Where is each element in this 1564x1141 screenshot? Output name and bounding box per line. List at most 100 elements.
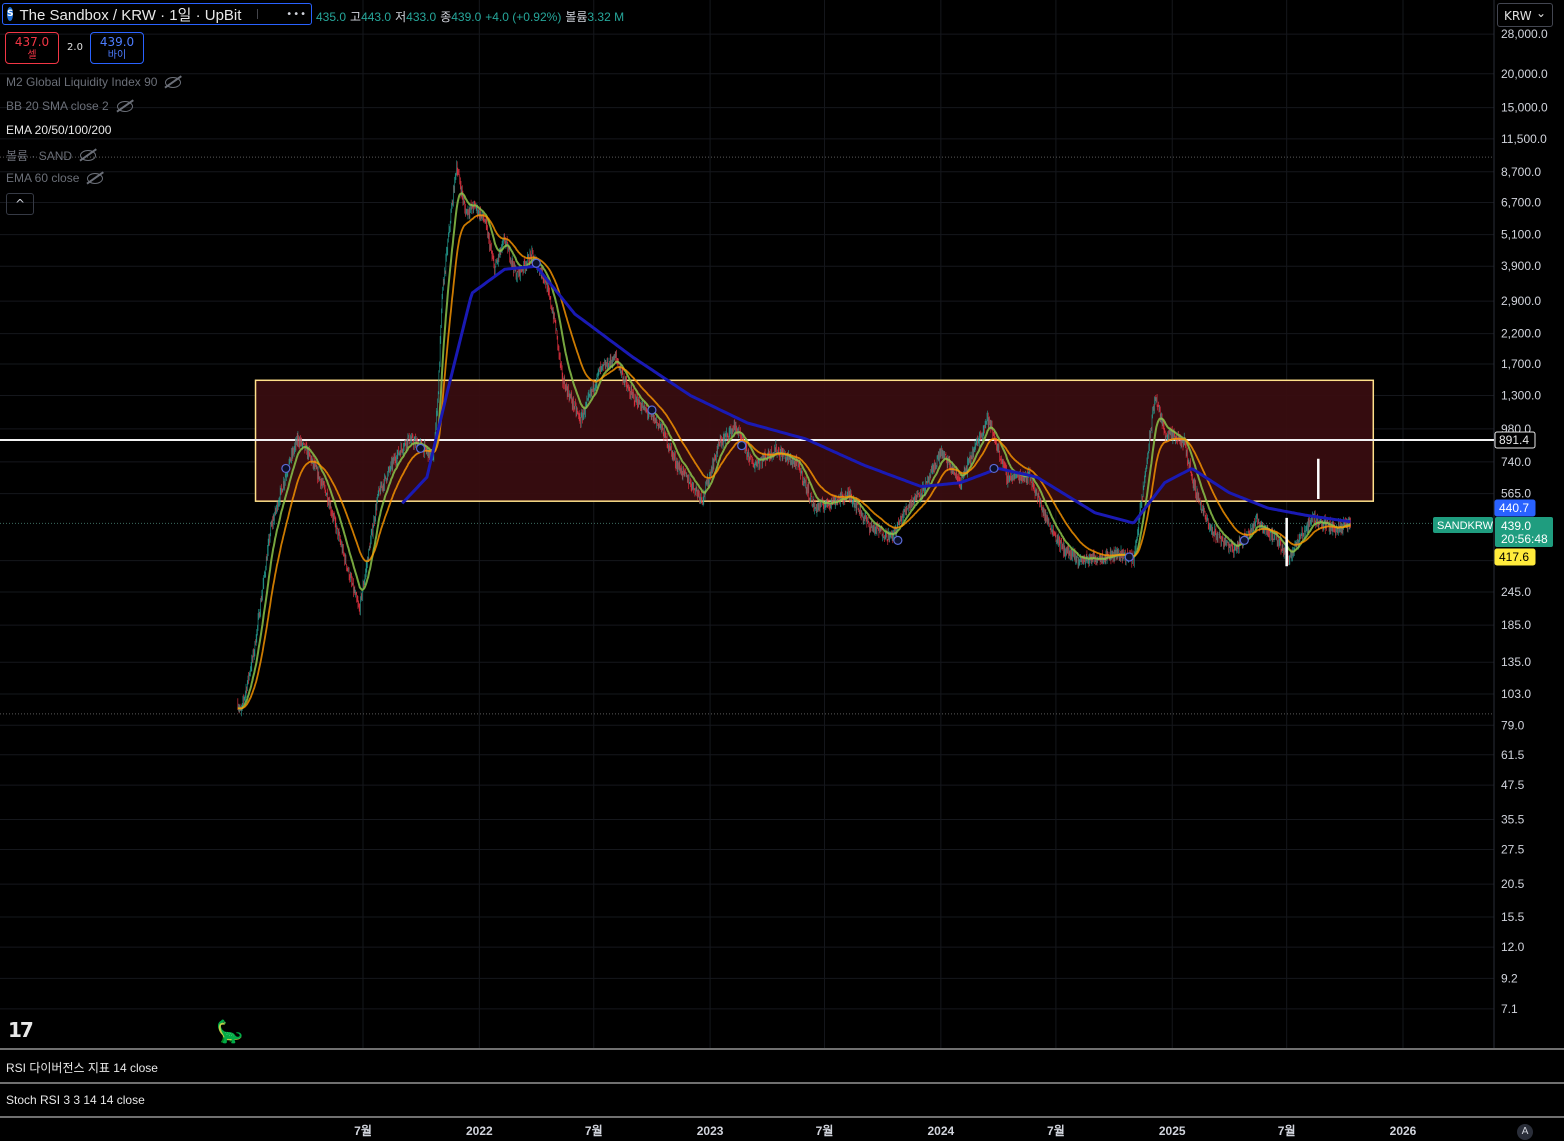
- eye-hidden-icon[interactable]: [80, 150, 97, 161]
- divergence-marker: [281, 463, 291, 474]
- ohlc-label: 볼륨: [565, 10, 588, 24]
- ohlc-value: 3.32 M: [587, 10, 625, 24]
- y-tick-label: 5,100.0: [1501, 228, 1541, 242]
- divergence-marker: [989, 463, 999, 474]
- x-tick-label: 2024: [927, 1124, 954, 1138]
- y-tick-label: 7.1: [1501, 1002, 1518, 1016]
- eye-hidden-icon[interactable]: [165, 76, 182, 88]
- divergence-marker: [737, 440, 747, 451]
- x-tick-label: 7월: [1278, 1123, 1296, 1138]
- x-tick-label: 2022: [466, 1124, 493, 1138]
- auto-scale-button[interactable]: A: [1517, 1124, 1533, 1140]
- buy-price: 439.0: [99, 35, 135, 49]
- y-tick-label: 20.5: [1501, 877, 1525, 891]
- currency-value: KRW: [1504, 9, 1532, 23]
- symbol-title-text: The Sandbox / KRW · 1일 · UpBit: [19, 6, 242, 24]
- y-tick-label: 245.0: [1501, 585, 1531, 599]
- y-tick-label: 12.0: [1501, 940, 1525, 954]
- sell-price: 437.0: [14, 35, 50, 49]
- high-tag-text: 440.7: [1499, 501, 1529, 515]
- x-tick-label: 2025: [1159, 1124, 1186, 1138]
- indicator-label: EMA 20/50/100/200: [6, 123, 112, 137]
- indicator-4[interactable]: EMA 60 close: [6, 171, 104, 185]
- symbol-title[interactable]: S The Sandbox / KRW · 1일 · UpBit •••: [2, 3, 312, 25]
- ohlc-label: 고: [350, 10, 362, 24]
- y-tick-label: 9.2: [1501, 971, 1518, 985]
- ohlc-value: +4.0 (+0.92%): [485, 10, 562, 24]
- flag-icon[interactable]: [257, 9, 259, 19]
- y-tick-label: 28,000.0: [1501, 27, 1548, 41]
- ohlc-label: 저: [395, 10, 407, 24]
- y-tick-label: 185.0: [1501, 618, 1531, 632]
- indicator-label: BB 20 SMA close 2: [6, 99, 109, 113]
- high-tag: 440.7: [1494, 499, 1536, 517]
- y-tick-label: 79.0: [1501, 718, 1525, 732]
- dino-icon[interactable]: 🦕: [216, 1020, 243, 1045]
- currency-select[interactable]: KRW ⌄: [1497, 3, 1553, 27]
- indicator-label: 볼륨 · SAND: [6, 149, 73, 163]
- y-tick-label: 1,700.0: [1501, 357, 1541, 371]
- y-tick-label: 2,900.0: [1501, 294, 1541, 308]
- divergence-marker: [531, 258, 541, 268]
- y-tick-label: 6,700.0: [1501, 196, 1541, 210]
- y-tick-label: 135.0: [1501, 655, 1531, 669]
- eye-hidden-icon[interactable]: [116, 100, 133, 112]
- y-tick-label: 1,300.0: [1501, 389, 1541, 403]
- ohlc-value: 443.0: [361, 10, 392, 24]
- x-tick-label: 2026: [1390, 1124, 1417, 1138]
- divergence-marker: [415, 443, 426, 453]
- spread-value: 2.0: [67, 42, 83, 53]
- divergence-marker: [1124, 552, 1134, 562]
- y-tick-label: 2,200.0: [1501, 327, 1541, 341]
- y-tick-label: 35.5: [1501, 812, 1525, 826]
- y-tick-label: 27.5: [1501, 843, 1525, 857]
- low-tag-text: 417.6: [1499, 550, 1529, 564]
- x-tick-label: 7월: [1047, 1123, 1065, 1138]
- x-tick-label: 7월: [354, 1123, 372, 1138]
- sandbox-logo-icon: S: [7, 7, 14, 21]
- y-tick-label: 11,500.0: [1501, 132, 1547, 146]
- chevron-down-icon: ⌄: [1535, 6, 1546, 20]
- tradingview-logo-icon[interactable]: 17: [8, 1018, 34, 1042]
- indicator-1[interactable]: BB 20 SMA close 2: [6, 99, 133, 113]
- divergence-marker: [1239, 535, 1249, 545]
- countdown-text: 20:56:48: [1501, 532, 1548, 546]
- rsi-pane-label[interactable]: RSI 다이버전스 지표 14 close: [6, 1059, 158, 1076]
- ohlc-label: 종: [440, 10, 452, 24]
- x-tick-label: 7월: [816, 1123, 834, 1138]
- y-tick-label: 15.5: [1501, 910, 1525, 924]
- y-tick-label: 61.5: [1501, 748, 1525, 762]
- stoch-pane-label[interactable]: Stoch RSI 3 3 14 14 close: [6, 1093, 145, 1107]
- y-tick-label: 3,900.0: [1501, 259, 1541, 273]
- chart-background: [0, 0, 1564, 1141]
- level-tag-text: 891.4: [1499, 433, 1529, 447]
- buy-label: 바이: [107, 50, 127, 61]
- price-chart[interactable]: 7.1 9.2 12.0 15.5 20.5 27.5 35.5 47.5 61.5 79.0 10…: [0, 0, 1564, 1141]
- ohlc-value: 435.0: [316, 10, 347, 24]
- y-tick-label: 20,000.0: [1501, 67, 1548, 81]
- ohlc-value: 439.0: [451, 10, 482, 24]
- sell-label: 셀: [27, 50, 37, 61]
- indicator-2[interactable]: EMA 20/50/100/200: [6, 123, 111, 137]
- x-tick-label: 7월: [585, 1123, 603, 1138]
- y-tick-label: 15,000.0: [1501, 101, 1548, 115]
- chart-grid: [0, 0, 1564, 1141]
- y-tick-label: 47.5: [1501, 778, 1525, 792]
- ohlc-value: 433.0: [406, 10, 437, 24]
- more-icon[interactable]: •••: [286, 9, 307, 20]
- indicator-0[interactable]: M2 Global Liquidity Index 90: [6, 75, 182, 89]
- indicator-label: EMA 60 close: [6, 171, 80, 185]
- sell-button[interactable]: 437.0 셀: [5, 32, 59, 64]
- indicator-label: M2 Global Liquidity Index 90: [6, 75, 158, 89]
- buy-button[interactable]: 439.0 바이: [90, 32, 144, 64]
- y-tick-label: 103.0: [1501, 687, 1531, 701]
- x-tick-label: 2023: [697, 1124, 724, 1138]
- y-tick-label: 565.0: [1501, 487, 1531, 501]
- y-tick-label: 8,700.0: [1501, 165, 1541, 179]
- y-tick-label: 740.0: [1501, 455, 1531, 469]
- indicator-3[interactable]: 볼륨 · SAND: [6, 147, 97, 164]
- collapse-legend-button[interactable]: ^: [6, 193, 34, 215]
- divergence-marker: [893, 535, 903, 545]
- level-tag: 891.4: [1494, 431, 1536, 449]
- eye-hidden-icon[interactable]: [87, 172, 104, 184]
